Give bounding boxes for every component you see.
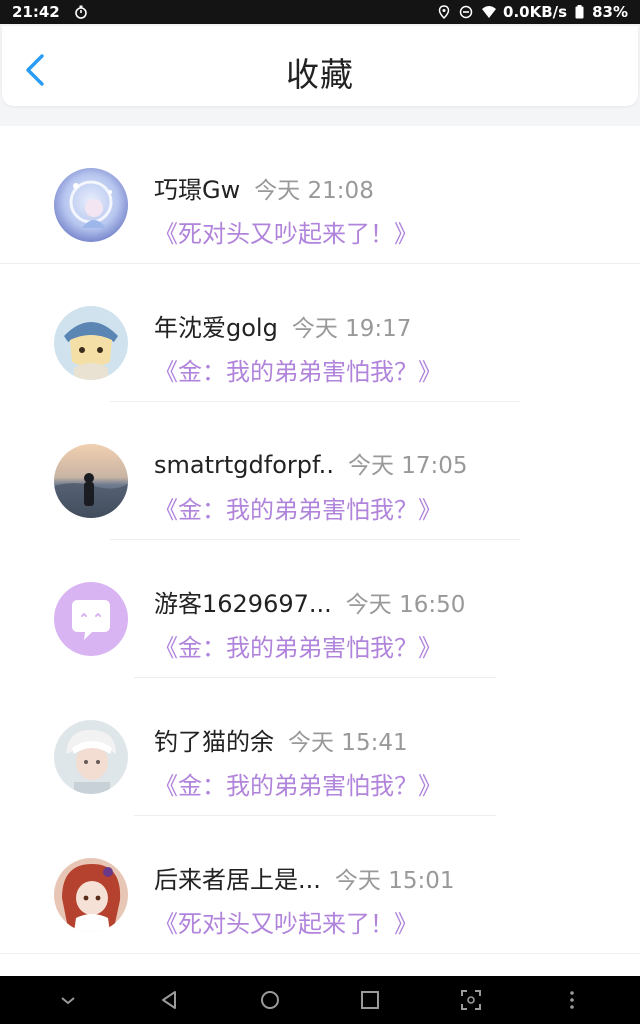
- header-bar: 收藏: [2, 26, 638, 106]
- user-name: 后来者居上是... 今天 15:01: [154, 860, 454, 895]
- header-area: 收藏: [0, 24, 640, 126]
- user-name-text: 游客1629697...: [154, 590, 332, 618]
- back-nav-button[interactable]: [157, 988, 181, 1012]
- page-title: 收藏: [286, 55, 354, 94]
- story-title[interactable]: 《金：我的弟弟害怕我？》: [154, 490, 442, 525]
- user-name: 巧璟Gw 今天 21:08: [154, 170, 374, 205]
- wifi-icon: [481, 5, 497, 19]
- battery-level: 83%: [592, 3, 628, 21]
- timestamp: 今天 16:50: [345, 592, 466, 618]
- story-title[interactable]: 《金：我的弟弟害怕我？》: [154, 628, 442, 663]
- user-name-text: smatrtgdforpf..: [154, 451, 334, 479]
- hide-nav-button[interactable]: [56, 988, 80, 1012]
- divider: [0, 953, 640, 954]
- home-nav-button[interactable]: [258, 988, 282, 1012]
- timestamp: 今天 21:08: [254, 178, 374, 204]
- do-not-disturb-icon: [459, 5, 473, 19]
- scan-icon: [461, 990, 481, 1010]
- user-name-text: 年沈爱golg: [154, 314, 278, 342]
- list-item[interactable]: smatrtgdforpf.. 今天 17:05 《金：我的弟弟害怕我？》: [0, 402, 640, 540]
- timestamp: 今天 19:17: [291, 316, 412, 342]
- user-name: 钓了猫的余 今天 15:41: [154, 722, 408, 757]
- screenshot-nav-button[interactable]: [459, 988, 483, 1012]
- location-icon: [437, 5, 451, 20]
- list-item[interactable]: 后来者居上是... 今天 15:01 《死对头又吵起来了！》: [0, 816, 640, 954]
- more-vertical-icon: [570, 991, 574, 1009]
- list-item[interactable]: 钓了猫的余 今天 15:41 《金：我的弟弟害怕我？》: [0, 678, 640, 816]
- battery-icon: [575, 5, 584, 19]
- chevron-down-icon: [61, 997, 75, 1005]
- user-name-text: 后来者居上是...: [154, 866, 321, 894]
- status-time: 21:42: [12, 3, 60, 21]
- avatar: [54, 306, 128, 380]
- favorites-list: 巧璟Gw 今天 21:08 《死对头又吵起来了！》 年沈爱golg 今天 19:17…: [0, 126, 640, 954]
- more-nav-button[interactable]: [560, 988, 584, 1012]
- home-circle-icon: [261, 991, 279, 1009]
- list-item[interactable]: 年沈爱golg 今天 19:17 《金：我的弟弟害怕我？》: [0, 264, 640, 402]
- avatar: [54, 720, 128, 794]
- list-item[interactable]: 游客1629697... 今天 16:50 《金：我的弟弟害怕我？》: [0, 540, 640, 678]
- story-title[interactable]: 《金：我的弟弟害怕我？》: [154, 352, 442, 387]
- avatar: [54, 582, 128, 656]
- recents-nav-button[interactable]: [358, 988, 382, 1012]
- story-title[interactable]: 《死对头又吵起来了！》: [154, 214, 418, 249]
- list-item[interactable]: 巧璟Gw 今天 21:08 《死对头又吵起来了！》: [0, 126, 640, 264]
- triangle-back-icon: [162, 991, 176, 1009]
- avatar: [54, 444, 128, 518]
- user-name: 年沈爱golg 今天 19:17: [154, 308, 411, 343]
- user-name-text: 钓了猫的余: [154, 728, 274, 756]
- network-speed: 0.0KB/s: [503, 3, 568, 21]
- status-bar: 21:42 0.0KB/s 83%: [0, 0, 640, 24]
- timestamp: 今天 15:41: [288, 730, 408, 756]
- default-avatar-icon: [54, 582, 128, 656]
- user-name: 游客1629697... 今天 16:50: [154, 584, 465, 619]
- story-title[interactable]: 《金：我的弟弟害怕我？》: [154, 766, 442, 801]
- user-name: smatrtgdforpf.. 今天 17:05: [154, 446, 468, 480]
- avatar: [54, 858, 128, 932]
- story-title[interactable]: 《死对头又吵起来了！》: [154, 904, 418, 939]
- square-recents-icon: [361, 991, 379, 1009]
- stopwatch-icon: [74, 5, 88, 19]
- timestamp: 今天 17:05: [347, 453, 468, 479]
- avatar: [54, 168, 128, 242]
- system-nav-bar: [0, 976, 640, 1024]
- timestamp: 今天 15:01: [334, 868, 455, 894]
- user-name-text: 巧璟Gw: [154, 176, 241, 204]
